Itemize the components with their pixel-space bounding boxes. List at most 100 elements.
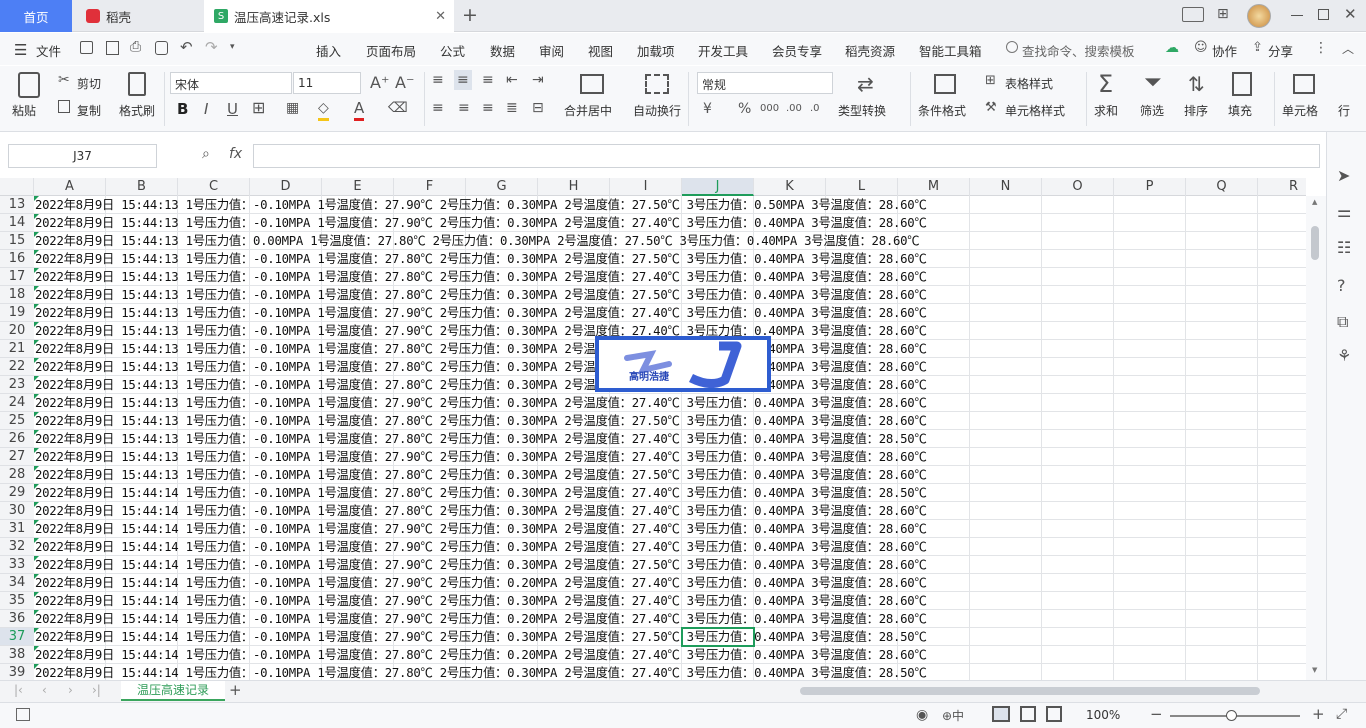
last-sheet-icon[interactable]: ›|: [92, 683, 101, 697]
row-header[interactable]: 26: [0, 430, 34, 448]
row-header[interactable]: 24: [0, 394, 34, 412]
filter-button[interactable]: 筛选: [1140, 102, 1164, 119]
table-row[interactable]: 2022年8月9日 15:44:14 1号压力值：-0.10MPA 1号温度值：…: [35, 610, 927, 628]
row-header[interactable]: 37: [0, 628, 34, 646]
number-format-select[interactable]: 常规: [697, 72, 833, 94]
adjust-icon[interactable]: ⚌: [1337, 202, 1351, 221]
tab-docer[interactable]: 稻壳: [74, 0, 202, 32]
name-box[interactable]: J37: [8, 144, 157, 168]
column-header-j[interactable]: J: [682, 178, 754, 196]
table-row[interactable]: 2022年8月9日 15:44:14 1号压力值：-0.10MPA 1号温度值：…: [35, 574, 927, 592]
input-method-icon[interactable]: ⊕中: [942, 707, 964, 724]
menu-developer[interactable]: 开发工具: [698, 41, 748, 60]
row-header[interactable]: 20: [0, 322, 34, 340]
command-search[interactable]: 查找命令、搜索模板: [1022, 41, 1135, 60]
row-header[interactable]: 25: [0, 412, 34, 430]
wrap-text-button[interactable]: 自动换行: [633, 102, 681, 119]
print-icon[interactable]: ⎙: [130, 39, 141, 55]
zoom-in-icon[interactable]: +: [1312, 705, 1325, 723]
table-row[interactable]: 2022年8月9日 15:44:14 1号压力值：-0.10MPA 1号温度值：…: [35, 628, 927, 646]
cell-button[interactable]: 单元格: [1282, 102, 1318, 119]
column-header-d[interactable]: D: [250, 178, 322, 196]
hamburger-icon[interactable]: ☰: [14, 41, 27, 59]
table-row[interactable]: 2022年8月9日 15:44:13 1号压力值：-0.10MPA 1号温度值：…: [35, 250, 927, 268]
align-center-icon[interactable]: ≡: [458, 98, 470, 118]
column-header-b[interactable]: B: [106, 178, 178, 196]
table-row[interactable]: 2022年8月9日 15:44:14 1号压力值：-0.10MPA 1号温度值：…: [35, 592, 927, 610]
format-painter-button[interactable]: 格式刷: [119, 102, 155, 119]
restore-icon[interactable]: [1318, 9, 1329, 20]
decrease-decimal-icon[interactable]: .0: [810, 99, 820, 119]
clear-format-icon[interactable]: ⌫: [388, 98, 408, 118]
table-row[interactable]: 2022年8月9日 15:44:13 1号压力值：-0.10MPA 1号温度值：…: [35, 358, 927, 376]
plugin-icon[interactable]: ⚘: [1337, 346, 1351, 365]
align-right-icon[interactable]: ≡: [482, 98, 494, 118]
scroll-up-icon[interactable]: ▲: [1312, 198, 1317, 206]
tab-home[interactable]: 首页: [0, 0, 72, 32]
zoom-formula-icon[interactable]: ⌕: [202, 146, 210, 162]
increase-font-icon[interactable]: A⁺: [370, 73, 389, 93]
row-header[interactable]: 17: [0, 268, 34, 286]
fill-color-icon[interactable]: ◇: [318, 98, 329, 121]
print-preview-icon[interactable]: [155, 41, 168, 55]
eye-protection-icon[interactable]: ◉: [916, 707, 928, 723]
percent-icon[interactable]: %: [738, 99, 751, 119]
column-header-k[interactable]: K: [754, 178, 826, 196]
normal-view-icon[interactable]: [992, 706, 1010, 722]
menu-docer-resources[interactable]: 稻壳资源: [845, 41, 895, 60]
backup-icon[interactable]: ⧉: [1337, 312, 1348, 332]
row-button[interactable]: 行: [1338, 102, 1350, 119]
border-icon[interactable]: ⊞: [252, 98, 265, 118]
cursor-icon[interactable]: ➤: [1337, 166, 1350, 185]
row-header[interactable]: 18: [0, 286, 34, 304]
table-row[interactable]: 2022年8月9日 15:44:14 1号压力值：-0.10MPA 1号温度值：…: [35, 664, 927, 680]
menu-data[interactable]: 数据: [490, 41, 515, 60]
column-header-a[interactable]: A: [34, 178, 106, 196]
row-header[interactable]: 23: [0, 376, 34, 394]
row-header[interactable]: 33: [0, 556, 34, 574]
indent-decrease-icon[interactable]: ⇤: [506, 70, 518, 90]
table-row[interactable]: 2022年8月9日 15:44:13 1号压力值：-0.10MPA 1号温度值：…: [35, 214, 927, 232]
properties-icon[interactable]: ☷: [1337, 238, 1351, 257]
increase-decimal-icon[interactable]: .00: [786, 99, 802, 119]
fullscreen-icon[interactable]: ⤢: [1336, 706, 1347, 722]
underline-icon[interactable]: U: [227, 99, 238, 119]
zoom-slider[interactable]: [1170, 710, 1300, 721]
table-row[interactable]: 2022年8月9日 15:44:14 1号压力值：-0.10MPA 1号温度值：…: [35, 484, 927, 502]
table-row[interactable]: 2022年8月9日 15:44:13 1号压力值：-0.10MPA 1号温度值：…: [35, 412, 927, 430]
table-row[interactable]: 2022年8月9日 15:44:13 1号压力值：-0.10MPA 1号温度值：…: [35, 394, 927, 412]
menu-addins[interactable]: 加载项: [637, 41, 675, 60]
column-header-c[interactable]: C: [178, 178, 250, 196]
row-header[interactable]: 21: [0, 340, 34, 358]
row-header[interactable]: 31: [0, 520, 34, 538]
sheet-tab-active[interactable]: 温压高速记录: [121, 681, 225, 701]
zoom-level[interactable]: 100%: [1086, 708, 1120, 722]
font-color-icon[interactable]: A: [354, 98, 365, 121]
row-header[interactable]: 36: [0, 610, 34, 628]
align-left-icon[interactable]: ≡: [432, 98, 444, 118]
column-header-n[interactable]: N: [970, 178, 1042, 196]
row-header[interactable]: 34: [0, 574, 34, 592]
column-header-h[interactable]: H: [538, 178, 610, 196]
menu-formula[interactable]: 公式: [440, 41, 465, 60]
more-icon[interactable]: ⋮: [1314, 40, 1328, 56]
column-header-m[interactable]: M: [898, 178, 970, 196]
paste-button[interactable]: 粘贴: [12, 102, 36, 119]
table-row[interactable]: 2022年8月9日 15:44:13 1号压力值：-0.10MPA 1号温度值：…: [35, 448, 927, 466]
currency-icon[interactable]: ¥: [703, 99, 712, 119]
close-icon[interactable]: ✕: [435, 9, 446, 24]
row-header[interactable]: 28: [0, 466, 34, 484]
share-button[interactable]: 分享: [1268, 41, 1293, 60]
table-row[interactable]: 2022年8月9日 15:44:13 1号压力值：-0.10MPA 1号温度值：…: [35, 268, 927, 286]
prev-sheet-icon[interactable]: ‹: [42, 683, 47, 697]
next-sheet-icon[interactable]: ›: [68, 683, 73, 697]
vertical-scrollbar[interactable]: ▲ ▼: [1306, 196, 1326, 680]
column-header-l[interactable]: L: [826, 178, 898, 196]
minimize-icon[interactable]: [1291, 15, 1303, 16]
table-row[interactable]: 2022年8月9日 15:44:13 1号压力值：-0.10MPA 1号温度值：…: [35, 430, 927, 448]
menu-insert[interactable]: 插入: [316, 41, 341, 60]
undo-icon[interactable]: ↶: [180, 38, 193, 56]
table-row[interactable]: 2022年8月9日 15:44:14 1号压力值：-0.10MPA 1号温度值：…: [35, 646, 927, 664]
macro-record-icon[interactable]: [16, 708, 30, 721]
selected-cell[interactable]: [681, 627, 755, 647]
